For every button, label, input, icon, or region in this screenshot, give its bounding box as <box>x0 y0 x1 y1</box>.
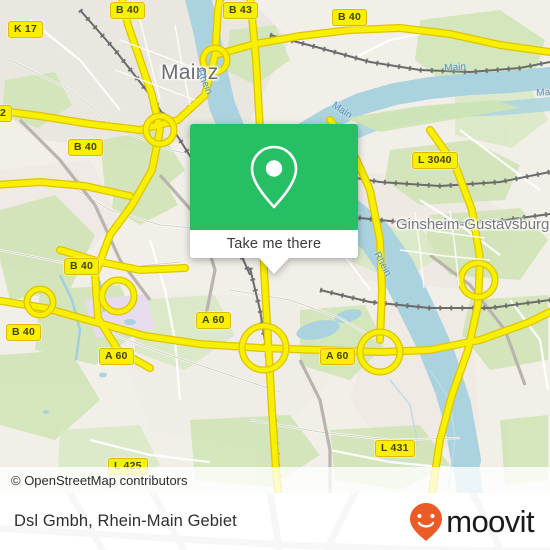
map-pin-icon <box>250 145 298 209</box>
road-shield-b40-sw: B 40 <box>6 324 41 341</box>
popup-footer[interactable]: Take me there <box>190 230 358 258</box>
road-shield-b40-w1: B 40 <box>68 139 103 156</box>
osm-attribution-text[interactable]: © OpenStreetMap contributors <box>11 473 188 488</box>
map-attribution-bar: © OpenStreetMap contributors <box>0 467 550 493</box>
road-shield-l3040: L 3040 <box>412 152 458 169</box>
popup-header <box>190 124 358 230</box>
location-popup-card[interactable]: Take me there <box>190 124 358 274</box>
road-shield-partial-left: 2 <box>0 105 13 122</box>
road-shield-a60-w: A 60 <box>99 348 134 365</box>
popup-tail-pointer <box>259 258 289 274</box>
moovit-pin-smile-icon <box>410 502 443 541</box>
take-me-there-label: Take me there <box>226 236 322 252</box>
road-shield-a60-c: A 60 <box>196 312 231 329</box>
map-canvas[interactable]: Mainz Ginsheim-Gustavsburg Rhein Rhein M… <box>0 0 550 493</box>
moovit-brand-logo[interactable]: moovit <box>409 502 535 542</box>
page-footer: Dsl Gmbh, Rhein-Main Gebiet moovit <box>0 493 550 550</box>
road-shield-k17: K 17 <box>8 21 43 38</box>
road-shield-l431: L 431 <box>375 440 415 457</box>
road-shield-a60-e: A 60 <box>320 348 355 365</box>
road-shield-b40-w2: B 40 <box>64 258 99 275</box>
road-shield-b43: B 43 <box>223 2 258 19</box>
location-title: Dsl Gmbh, Rhein-Main Gebiet <box>14 512 237 530</box>
road-shield-b40-n1: B 40 <box>110 2 145 19</box>
moovit-map-screenshot: Mainz Ginsheim-Gustavsburg Rhein Rhein M… <box>0 0 550 550</box>
moovit-brand-text: moovit <box>446 504 534 539</box>
road-shield-b40-n2: B 40 <box>332 9 367 26</box>
